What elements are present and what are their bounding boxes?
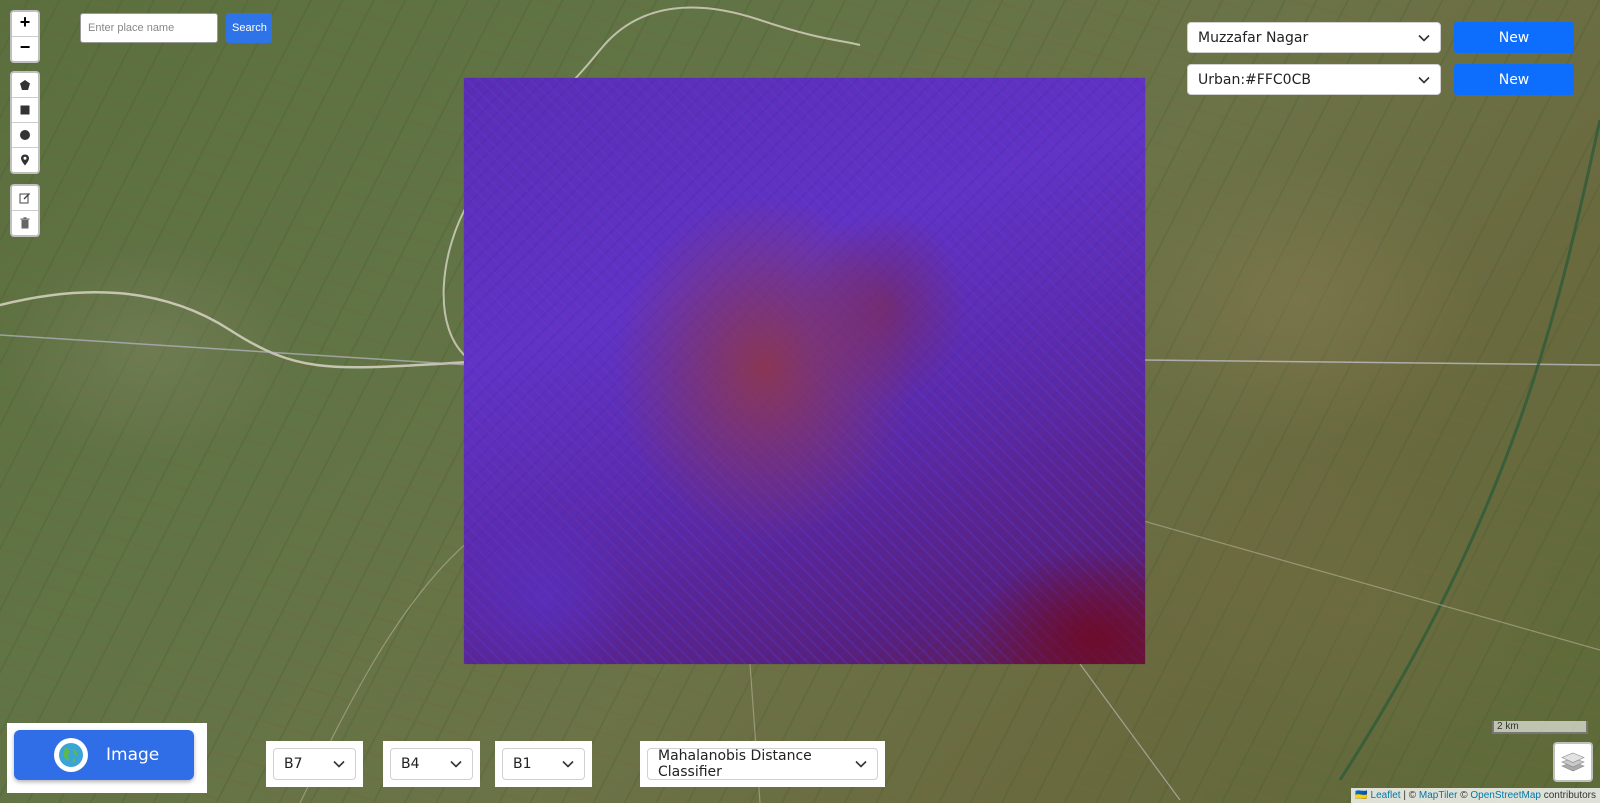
band-select-2-wrapper: B4 [383, 741, 480, 787]
map-attribution: 🇺🇦 Leaflet | © MapTiler © OpenStreetMap … [1351, 788, 1600, 803]
layers-control-button[interactable] [1553, 742, 1593, 782]
band-select-1-value: B7 [284, 756, 303, 772]
image-button[interactable]: Image [14, 730, 194, 780]
draw-toolbar [10, 71, 40, 174]
class-select-value: Urban:#FFC0CB [1198, 71, 1311, 88]
band-select-1[interactable]: B7 [273, 748, 356, 780]
search-button[interactable]: Search [226, 13, 272, 43]
chevron-down-icon [450, 760, 462, 768]
band-select-3-wrapper: B1 [495, 741, 592, 787]
maptiler-link[interactable]: MapTiler [1419, 790, 1458, 801]
openstreetmap-link[interactable]: OpenStreetMap [1470, 790, 1541, 801]
draw-rectangle-button[interactable] [12, 97, 38, 122]
region-select-value: Muzzafar Nagar [1198, 29, 1309, 46]
new-region-button[interactable]: New [1454, 22, 1574, 53]
chevron-down-icon [1418, 76, 1430, 84]
edit-icon [19, 193, 30, 204]
band-select-2[interactable]: B4 [390, 748, 473, 780]
image-panel: Image [7, 723, 207, 793]
edit-layers-button[interactable] [12, 186, 38, 210]
chevron-down-icon [855, 760, 867, 768]
chevron-down-icon [1418, 34, 1430, 42]
map[interactable] [0, 0, 1600, 803]
ukraine-flag-icon: 🇺🇦 [1355, 790, 1368, 801]
attribution-separator-1: | © [1400, 790, 1419, 801]
classifier-select-value: Mahalanobis Distance Classifier [658, 748, 812, 780]
scale-label: 2 km [1497, 721, 1519, 732]
place-search-input[interactable] [80, 13, 218, 43]
rectangle-icon [20, 105, 30, 115]
draw-polygon-button[interactable] [12, 73, 38, 97]
region-select[interactable]: Muzzafar Nagar [1187, 22, 1441, 53]
polygon-icon [20, 80, 30, 90]
draw-marker-button[interactable] [12, 147, 38, 172]
leaflet-link[interactable]: Leaflet [1371, 790, 1401, 801]
marker-icon [21, 154, 29, 166]
attribution-suffix: contributors [1540, 790, 1596, 801]
classified-image-overlay [464, 78, 1145, 664]
chevron-down-icon [333, 760, 345, 768]
band-select-2-value: B4 [401, 756, 420, 772]
classifier-select-wrapper: Mahalanobis Distance Classifier [640, 741, 885, 787]
classifier-select[interactable]: Mahalanobis Distance Classifier [647, 748, 878, 780]
delete-layers-button[interactable] [12, 210, 38, 235]
zoom-control: + − [10, 10, 40, 63]
zoom-out-button[interactable]: − [12, 36, 38, 61]
band-select-1-wrapper: B7 [266, 741, 363, 787]
zoom-in-button[interactable]: + [12, 12, 38, 36]
class-select[interactable]: Urban:#FFC0CB [1187, 64, 1441, 95]
layers-icon [1561, 752, 1585, 772]
draw-circle-button[interactable] [12, 122, 38, 147]
attribution-separator-2: © [1457, 790, 1471, 801]
edit-toolbar [10, 184, 40, 237]
band-select-3[interactable]: B1 [502, 748, 585, 780]
trash-icon [20, 217, 30, 229]
scale-bar: 2 km [1492, 721, 1588, 734]
circle-icon [20, 130, 30, 140]
chevron-down-icon [562, 760, 574, 768]
new-class-button[interactable]: New [1454, 64, 1574, 95]
globe-icon [54, 738, 88, 772]
band-select-3-value: B1 [513, 756, 532, 772]
image-button-label: Image [106, 745, 160, 765]
